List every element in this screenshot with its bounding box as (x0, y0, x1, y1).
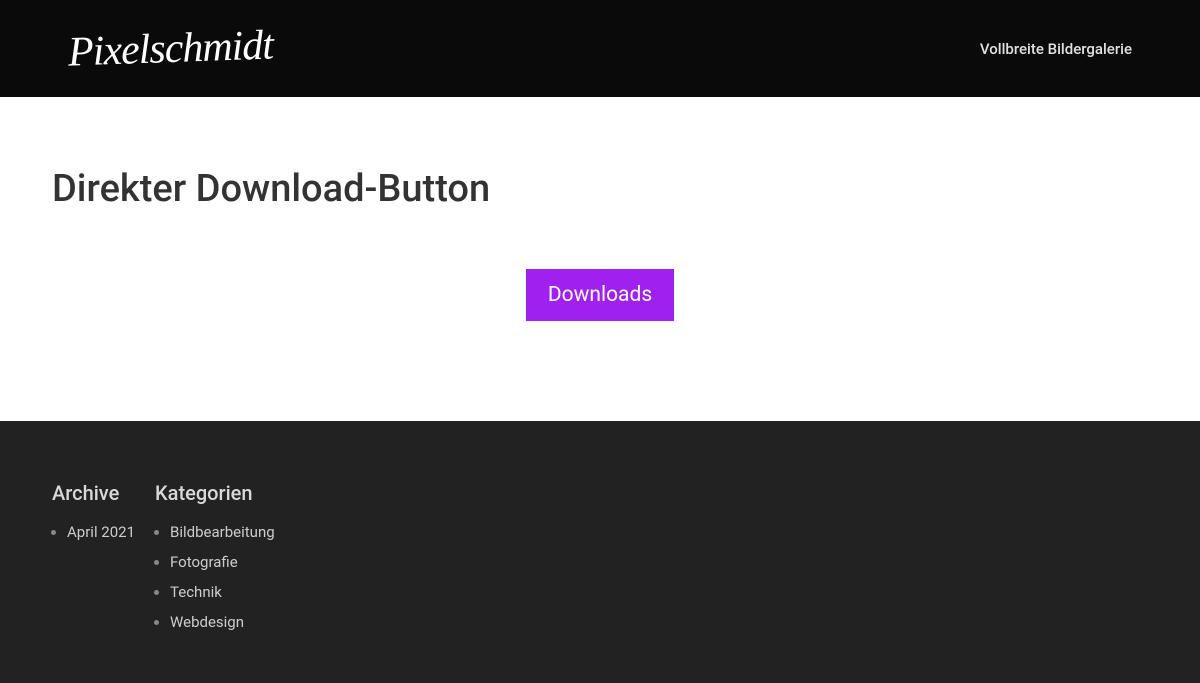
archive-item[interactable]: April 2021 (67, 523, 135, 541)
site-footer: Archive April 2021 Kategorien Bildbearbe… (0, 421, 1200, 683)
button-wrapper: Downloads (52, 269, 1148, 321)
footer-categories-column: Kategorien Bildbearbeitung Fotografie Te… (155, 481, 275, 643)
categories-list: Bildbearbeitung Fotografie Technik Webde… (155, 523, 275, 631)
site-header: Pixelschmidt Vollbreite Bildergalerie (0, 0, 1200, 97)
category-item[interactable]: Bildbearbeitung (170, 523, 275, 541)
footer-archive-column: Archive April 2021 (52, 481, 135, 643)
download-button[interactable]: Downloads (526, 269, 674, 321)
category-item[interactable]: Technik (170, 583, 275, 601)
nav-link-gallery[interactable]: Vollbreite Bildergalerie (980, 40, 1132, 58)
site-logo[interactable]: Pixelschmidt (67, 21, 273, 76)
archive-heading: Archive (52, 481, 135, 505)
categories-heading: Kategorien (155, 481, 275, 505)
category-item[interactable]: Fotografie (170, 553, 275, 571)
archive-list: April 2021 (52, 523, 135, 541)
category-item[interactable]: Webdesign (170, 613, 275, 631)
main-content: Direkter Download-Button Downloads (0, 97, 1200, 421)
page-title: Direkter Download-Button (52, 167, 1148, 211)
